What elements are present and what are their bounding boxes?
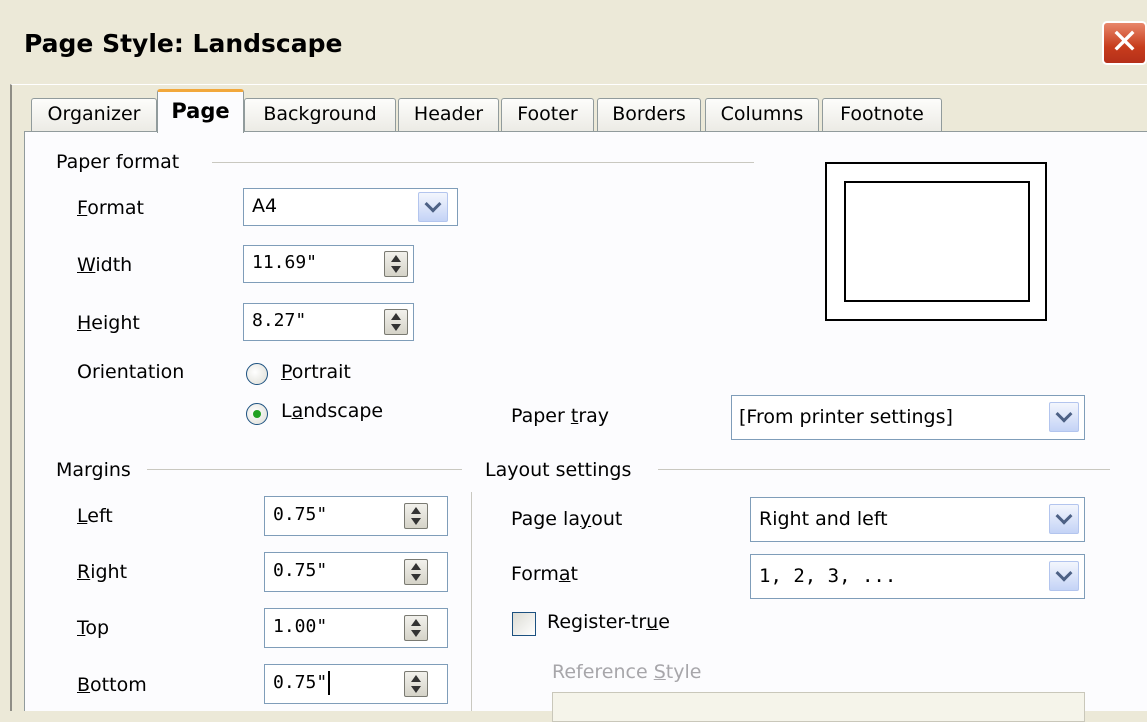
format-value: A4: [252, 195, 278, 217]
spin-up-icon: [411, 563, 421, 570]
tab-borders[interactable]: Borders: [597, 98, 701, 131]
height-value: 8.27": [252, 310, 307, 331]
margin-top-label: Top: [77, 617, 110, 639]
portrait-radio[interactable]: [246, 363, 268, 385]
paper-tray-select[interactable]: [From printer settings]: [731, 395, 1085, 440]
numbering-format-select[interactable]: 1, 2, 3, ...: [750, 554, 1085, 599]
spin-up-icon: [411, 675, 421, 682]
numbering-format-dropdown-button[interactable]: [1049, 561, 1079, 591]
margin-left-label: Left: [77, 505, 113, 527]
tab-label: Organizer: [47, 103, 141, 125]
group-divider: [147, 469, 462, 470]
tab-footer[interactable]: Footer: [501, 98, 594, 131]
tab-label: Page: [171, 99, 230, 123]
chevron-down-icon: [1055, 564, 1073, 582]
tab-label: Footer: [517, 103, 578, 125]
reference-style-select: [552, 692, 1085, 722]
landscape-label: Landscape: [281, 400, 384, 422]
close-button[interactable]: ✕: [1102, 21, 1147, 65]
margin-bottom-value: 0.75": [273, 672, 328, 693]
tab-label: Background: [263, 103, 377, 125]
landscape-radio[interactable]: [246, 403, 268, 425]
height-label: Height: [77, 312, 140, 334]
margin-bottom-spin-button[interactable]: [404, 671, 428, 697]
tab-page[interactable]: Page: [157, 89, 244, 133]
paper-tray-value: [From printer settings]: [739, 406, 953, 428]
paper-tray-dropdown-button[interactable]: [1049, 402, 1079, 432]
chevron-down-icon: [424, 195, 442, 213]
width-label: Width: [77, 254, 133, 276]
numbering-format-label: Format: [511, 563, 578, 585]
spin-down-icon: [391, 324, 401, 331]
spin-up-icon: [391, 255, 401, 262]
tab-background[interactable]: Background: [244, 98, 396, 131]
close-icon: ✕: [1110, 22, 1139, 62]
format-dropdown-button[interactable]: [418, 192, 448, 222]
height-spin-button[interactable]: [384, 309, 408, 335]
spin-down-icon: [391, 266, 401, 273]
page-preview: [825, 162, 1047, 321]
margin-left-spin-button[interactable]: [404, 503, 428, 529]
reference-style-label: Reference Style: [552, 661, 702, 683]
tab-columns[interactable]: Columns: [705, 98, 819, 131]
page-layout-label: Page layout: [511, 508, 623, 530]
tab-header[interactable]: Header: [398, 98, 499, 131]
tab-label: Borders: [612, 103, 686, 125]
margin-bottom-label: Bottom: [77, 674, 147, 696]
tab-organizer[interactable]: Organizer: [31, 98, 157, 131]
paper-format-heading: Paper format: [56, 151, 180, 173]
margin-top-value: 1.00": [273, 616, 328, 637]
margin-right-spin-button[interactable]: [404, 559, 428, 585]
numbering-format-value: 1, 2, 3, ...: [759, 565, 897, 587]
group-divider: [212, 162, 754, 163]
spin-up-icon: [411, 619, 421, 626]
tab-label: Columns: [720, 103, 804, 125]
margin-left-value: 0.75": [273, 504, 328, 525]
page-preview-margins: [844, 181, 1030, 302]
margin-right-value: 0.75": [273, 560, 328, 581]
margin-right-label: Right: [77, 561, 128, 583]
margin-top-spin-button[interactable]: [404, 615, 428, 641]
orientation-label: Orientation: [77, 361, 185, 383]
page-layout-dropdown-button[interactable]: [1049, 504, 1079, 534]
chevron-down-icon: [1055, 405, 1073, 423]
page-layout-select[interactable]: Right and left: [750, 497, 1085, 542]
group-divider: [658, 469, 1110, 470]
spin-up-icon: [411, 507, 421, 514]
portrait-label: Portrait: [281, 361, 351, 383]
text-cursor: [328, 671, 331, 695]
group-separator: [471, 492, 472, 711]
spin-down-icon: [411, 574, 421, 581]
margins-heading: Margins: [56, 459, 131, 481]
title-bar: Page Style: Landscape ✕: [0, 0, 1147, 84]
spin-up-icon: [391, 313, 401, 320]
layout-settings-heading: Layout settings: [485, 459, 632, 481]
tab-label: Header: [413, 103, 484, 125]
register-true-checkbox[interactable]: [512, 612, 536, 636]
width-spin-button[interactable]: [384, 251, 408, 277]
tab-footnote[interactable]: Footnote: [822, 98, 942, 131]
chevron-down-icon: [1055, 507, 1073, 525]
width-value: 11.69": [252, 252, 318, 273]
window-title: Page Style: Landscape: [24, 29, 343, 58]
paper-tray-label: Paper tray: [511, 405, 610, 427]
tab-label: Footnote: [840, 103, 924, 125]
register-true-label: Register-true: [547, 611, 670, 633]
spin-down-icon: [411, 518, 421, 525]
format-label: Format: [77, 197, 144, 219]
spin-down-icon: [411, 686, 421, 693]
page-layout-value: Right and left: [759, 508, 888, 530]
spin-down-icon: [411, 630, 421, 637]
